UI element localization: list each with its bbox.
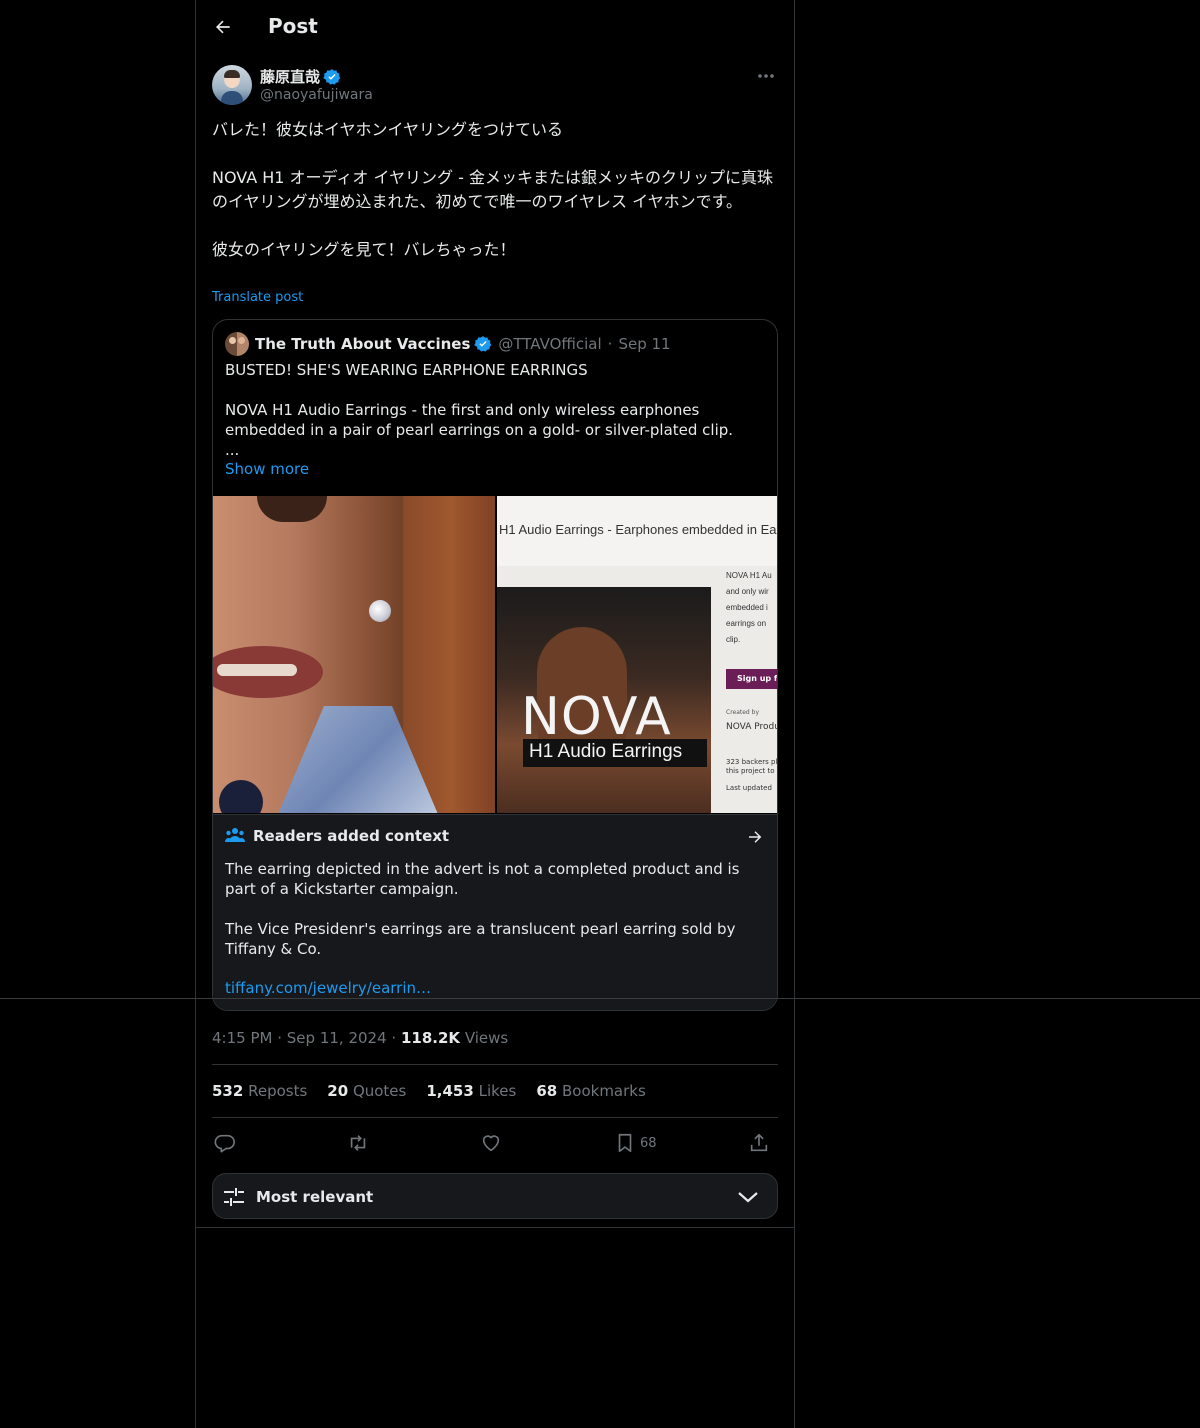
earring-detail [369,600,391,622]
quoted-author-name[interactable]: The Truth About Vaccines [255,335,470,353]
author-name-row[interactable]: 藤原直哉 [260,66,341,87]
quotes-count: 20 [327,1082,349,1100]
sort-replies-dropdown[interactable]: Most relevant [212,1173,778,1219]
separator-dot: · [391,1029,401,1047]
media-page-title: H1 Audio Earrings - Earphones embedded i… [499,522,777,537]
reposts-label: Reposts [248,1082,308,1100]
sliders-icon [224,1188,244,1206]
reply-button[interactable] [214,1130,236,1156]
quoted-avatar[interactable] [225,332,249,356]
bookmarks-count: 68 [536,1082,558,1100]
back-button[interactable] [208,12,238,42]
last-updated-text: Last updated [726,784,772,792]
product-subtitle: H1 Audio Earrings [529,741,683,762]
author-handle[interactable]: @naoyafujiwara [260,87,373,103]
media-image-right[interactable]: H1 Audio Earrings - Earphones embedded i… [497,496,778,813]
post-author: 藤原直哉 @naoyafujiwara [212,64,778,108]
nova-logo-text: NOVA [521,687,672,747]
post-text: バレた！彼女はイヤホンイヤリングをつけている NOVA H1 オーディオ イヤリ… [212,120,773,259]
quotes-stat[interactable]: 20 Quotes [327,1082,406,1100]
engagement-stats: 532 Reposts 20 Quotes 1,453 Likes 68 Boo… [212,1082,646,1100]
community-note-header: Readers added context [225,827,449,845]
media-image-left[interactable] [213,496,495,813]
column-divider [195,1227,795,1228]
community-note-title: Readers added context [253,827,450,845]
quoted-post-header: The Truth About Vaccines @TTAVOfficial ·… [225,332,671,356]
arrow-right-icon [749,831,762,843]
bookmarks-label: Bookmarks [561,1082,646,1100]
overlay-divider-line [0,998,1200,999]
verified-badge-icon [474,336,492,352]
community-note-open-button[interactable] [743,825,767,849]
arrow-left-icon [216,20,230,34]
likes-count: 1,453 [426,1082,474,1100]
post-date[interactable]: Sep 11, 2024 [287,1029,387,1047]
more-options-button[interactable] [754,66,778,86]
more-dots-icon [758,74,774,78]
action-bar: 68 [212,1128,778,1158]
avatar[interactable] [212,65,252,105]
likes-stat[interactable]: 1,453 Likes [426,1082,516,1100]
signup-label: Sign up for [737,674,778,683]
author-name[interactable]: 藤原直哉 [260,66,320,87]
quotes-label: Quotes [352,1082,407,1100]
bookmark-count: 68 [640,1135,657,1151]
divider [212,1117,778,1118]
share-icon [750,1133,768,1152]
verified-badge-icon [323,68,341,85]
repost-button[interactable] [346,1130,370,1156]
translate-post-link[interactable]: Translate post [212,290,303,305]
community-note-text: The earring depicted in the advert is no… [225,860,740,958]
page-header: Post [196,0,794,54]
people-icon [225,828,245,842]
post-meta: 4:15 PM · Sep 11, 2024 · 118.2K Views [212,1029,508,1047]
quoted-author-handle[interactable]: @TTAVOfficial [498,335,601,353]
created-by-label: Created by [726,709,760,716]
reposts-stat[interactable]: 532 Reposts [212,1082,307,1100]
backers-text: 323 backers ple this project to li [726,758,778,775]
media-grid: H1 Audio Earrings - Earphones embedded i… [213,496,778,813]
divider [212,1064,778,1065]
page-title: Post [268,14,318,38]
main-column: Post 藤原直哉 @naoyafujiwara バレた！彼女はイヤホンイヤリン… [195,0,795,1428]
views-count: 118.2K [400,1029,461,1047]
reposts-count: 532 [212,1082,244,1100]
quoted-post-text: BUSTED! SHE'S WEARING EARPHONE EARRINGS … [225,361,734,459]
post-time[interactable]: 4:15 PM [212,1029,272,1047]
separator-dot: · [607,335,613,353]
like-button[interactable] [480,1130,502,1156]
bookmarks-stat[interactable]: 68 Bookmarks [536,1082,645,1100]
heart-icon [482,1135,500,1152]
likes-label: Likes [478,1082,517,1100]
show-more-link[interactable]: Show more [225,460,309,478]
quoted-post-date[interactable]: Sep 11 [618,335,670,353]
product-description: NOVA H1 Au and only wir embedded i earri… [726,571,772,644]
views-label: Views [464,1029,509,1047]
quoted-post[interactable]: The Truth About Vaccines @TTAVOfficial ·… [212,319,778,1011]
creator-name: NOVA Produ [726,722,778,732]
sort-label: Most relevant [256,1188,374,1206]
share-button[interactable] [748,1130,770,1156]
community-note-link[interactable]: tiffany.com/jewelry/earrin… [225,979,431,997]
bookmark-icon [618,1133,632,1153]
chevron-down-icon [738,1192,758,1203]
ear-photo: NOVA H1 Audio Earrings [497,587,711,813]
community-note[interactable]: Readers added context The earring depict… [213,814,777,1010]
separator-dot: · [277,1029,287,1047]
repost-icon [350,1135,366,1151]
bookmark-button[interactable]: 68 [614,1130,657,1156]
reply-icon [214,1134,235,1153]
